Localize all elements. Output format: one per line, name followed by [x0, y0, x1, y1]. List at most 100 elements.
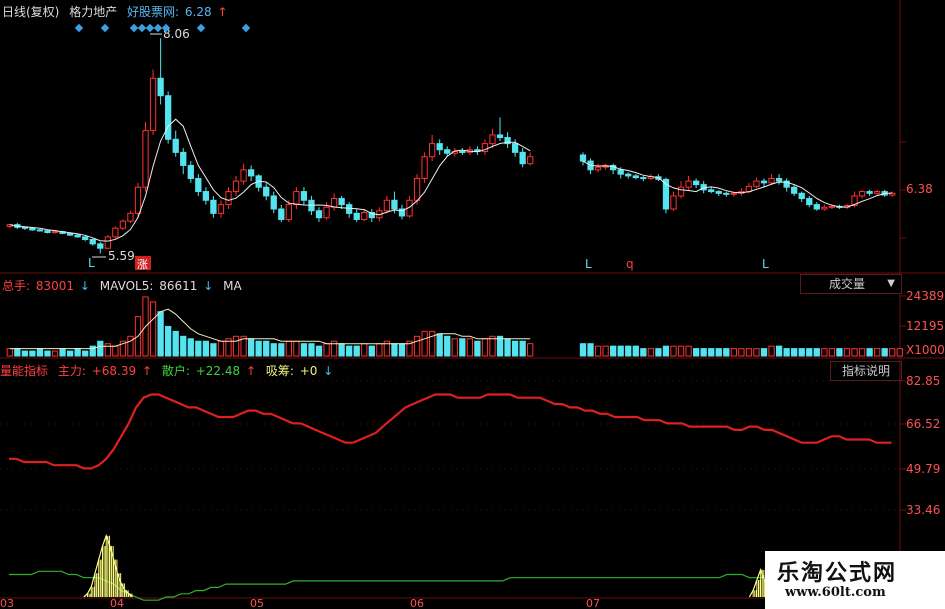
price-candle: [172, 138, 179, 153]
price-candle: [361, 211, 368, 220]
volume-axis-top: 24389: [906, 289, 944, 303]
volume-bar: [323, 343, 330, 357]
price-candle: [104, 236, 111, 249]
volume-bar: [353, 345, 360, 357]
volume-bar: [368, 345, 375, 357]
up-arrow-icon: ↑: [141, 364, 153, 378]
vol-value: 83001: [35, 279, 75, 293]
volume-bar: [285, 340, 292, 357]
price-candle: [89, 239, 96, 245]
price-candle: [330, 198, 338, 208]
volume-bar: [670, 345, 677, 357]
price-candle: [270, 195, 277, 210]
volume-bar: [843, 348, 851, 357]
x-tick-04: 04: [110, 597, 124, 609]
price-candle: [44, 230, 51, 234]
price-candle: [429, 143, 436, 158]
price-candle: [278, 208, 285, 220]
volume-bar: [745, 348, 753, 357]
site-label: 好股票网:: [127, 5, 180, 19]
volume-bar: [165, 325, 172, 357]
signal-diamond: [145, 23, 155, 33]
price-candle: [225, 191, 232, 206]
price-candle: [519, 151, 526, 165]
price-candle: [791, 186, 798, 194]
period-label: 日线(复权): [2, 5, 60, 19]
main-force-line: [9, 393, 892, 470]
marker-l-2: L: [585, 257, 592, 271]
indicator-help-button[interactable]: 指标说明: [830, 361, 902, 381]
volume-indicator-select[interactable]: 成交量 ▼: [800, 274, 902, 294]
volume-bar: [247, 338, 255, 357]
volume-bar: [436, 333, 443, 357]
marker-l-1: L: [88, 256, 95, 270]
indicator-panel: [9, 393, 892, 601]
volume-bar: [172, 330, 179, 357]
volume-bar: [768, 345, 775, 357]
price-candle: [263, 186, 270, 197]
volume-bar: [602, 345, 609, 357]
price-candle: [821, 206, 828, 210]
price-candle: [157, 77, 164, 97]
volume-bar: [836, 348, 843, 357]
price-axis-label: 6.38: [906, 182, 933, 196]
volume-bar: [112, 345, 119, 357]
low-price-label: 5.59: [108, 249, 135, 263]
price-candle: [444, 149, 451, 154]
price-candle: [240, 169, 247, 182]
price-candle: [293, 191, 300, 206]
volume-bar: [730, 348, 737, 357]
price-candle: [97, 243, 104, 249]
volume-bar: [783, 348, 790, 357]
brand-url: www.60lt.com: [785, 585, 886, 600]
price-candle: [142, 130, 149, 188]
volume-bar: [851, 348, 858, 357]
stock-chart: 8.06 5.59 涨 L L q L 6.38 24389 12195 X10…: [0, 0, 945, 609]
volume-bar: [429, 330, 436, 357]
price-candle: [858, 191, 866, 197]
ind-axis-4: 33.46: [906, 503, 940, 517]
price-candle: [511, 143, 519, 153]
ma-label: MA: [223, 279, 242, 293]
price-candle: [866, 191, 873, 194]
indicator-name: 量能指标: [0, 364, 49, 378]
price-candle: [127, 212, 134, 222]
volume-bar: [527, 343, 534, 357]
volume-bar: [647, 348, 655, 357]
price-panel: [6, 38, 896, 254]
price-candle: [527, 156, 534, 165]
price-candle: [436, 143, 443, 151]
up-arrow-icon: ↑: [245, 364, 257, 378]
price-candle: [315, 210, 323, 219]
price-candle: [29, 227, 36, 231]
volume-bar: [293, 340, 300, 357]
volume-bar: [813, 348, 820, 357]
volume-bar: [828, 348, 836, 357]
ind-axis-3: 49.79: [906, 462, 940, 476]
retail-line: [9, 570, 892, 601]
volume-bar: [127, 335, 134, 357]
volume-bar: [677, 345, 685, 357]
price-candle: [775, 178, 783, 182]
signal-diamond: [153, 23, 163, 33]
price-candle: [632, 175, 639, 179]
volume-bar: [413, 335, 421, 357]
price-candle: [300, 191, 308, 201]
volume-bar: [753, 348, 760, 357]
price-candle: [66, 232, 74, 236]
zhang-badge-text: 涨: [137, 258, 148, 271]
volume-bar: [82, 350, 89, 357]
volume-bar: [821, 348, 828, 357]
vol-label: 总手:: [2, 279, 31, 293]
price-candle: [187, 164, 194, 180]
price-candle: [217, 204, 225, 214]
volume-bar: [74, 348, 81, 357]
volume-bar: [14, 348, 21, 357]
signal-diamond: [196, 23, 206, 33]
price-candle: [708, 189, 715, 193]
volume-bar: [896, 348, 903, 357]
volume-bar: [874, 348, 881, 357]
volume-bar: [881, 348, 888, 357]
volume-header: 总手: 83001 ↓ MAVOL5: 86611 ↓ MA: [2, 277, 248, 294]
volume-bar: [157, 311, 164, 357]
